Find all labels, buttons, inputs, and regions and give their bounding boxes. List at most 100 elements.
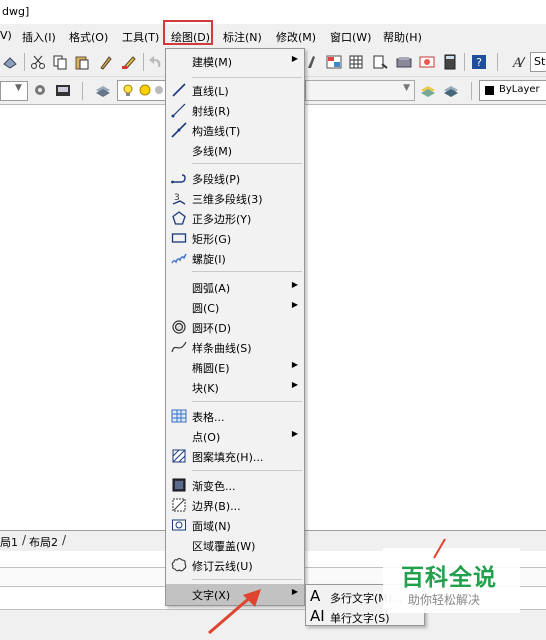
line-icon: [172, 83, 186, 97]
menu-item-boundary[interactable]: 边界(B)...: [166, 495, 304, 515]
menu-format[interactable]: 格式(O): [69, 29, 108, 45]
annotation-arrow-icon: [208, 589, 261, 635]
ray-icon: [171, 103, 186, 118]
menu-item-helix[interactable]: 螺旋(I): [166, 248, 304, 268]
color-value: ByLayer: [499, 84, 540, 95]
make-current-layer-icon[interactable]: [420, 82, 436, 98]
block-editor-icon[interactable]: [121, 54, 137, 70]
text-style-value: St: [534, 55, 546, 68]
layer-select[interactable]: [117, 80, 167, 101]
gradient-icon: [172, 478, 186, 492]
menu-item-table[interactable]: 表格...: [166, 406, 304, 426]
paste-icon[interactable]: [74, 54, 90, 70]
boundary-icon: [172, 498, 186, 512]
menu-bar: V) 插入(I) 格式(O) 工具(T) 绘图(D) 标注(N) 修改(M) 窗…: [0, 20, 546, 49]
pan-icon[interactable]: [304, 54, 320, 70]
menu-tools[interactable]: 工具(T): [122, 29, 159, 45]
text-style-select[interactable]: St: [530, 52, 546, 72]
menu-insert[interactable]: 插入(I): [22, 29, 56, 45]
region-icon: [172, 519, 186, 531]
cut-icon[interactable]: [30, 54, 46, 70]
status-bar: [0, 609, 546, 640]
menu-view[interactable]: V): [0, 29, 12, 42]
svg-text:A: A: [512, 56, 522, 70]
menu-item-gradient[interactable]: 渐变色...: [166, 475, 304, 495]
menu-item-polyline[interactable]: 多段线(P): [166, 168, 304, 188]
menu-item-block[interactable]: 块(K) ▶: [166, 377, 304, 397]
donut-icon: [172, 320, 186, 334]
menu-item-3d-polyline[interactable]: 3 三维多段线(3): [166, 188, 304, 208]
match-properties-icon[interactable]: [98, 54, 114, 70]
tab-layout1[interactable]: 局1: [0, 534, 18, 550]
color-swatch: [485, 86, 494, 95]
single-line-text-icon: AI: [310, 607, 325, 625]
menu-item-arc[interactable]: 圆弧(A) ▶: [166, 277, 304, 297]
submenu-arrow-icon: ▶: [291, 280, 298, 289]
chevron-down-icon: ▼: [15, 83, 22, 93]
menu-item-line[interactable]: 直线(L): [166, 80, 304, 100]
layer-previous-icon[interactable]: [443, 82, 459, 98]
markup-icon[interactable]: [419, 54, 435, 70]
color-select[interactable]: ByLayer: [479, 80, 546, 101]
layer-properties-icon[interactable]: [95, 82, 111, 98]
spline-icon: [171, 341, 187, 353]
watermark: 百科全说 助你轻松解决: [383, 548, 520, 613]
draw-menu: 建模(M) ▶ 直线(L) 射线(R) 构造线(T) 多线(M) 多段线(P) …: [165, 48, 305, 606]
workspace-select[interactable]: ▼: [0, 81, 28, 101]
copy-icon[interactable]: [52, 54, 68, 70]
settings-icon[interactable]: [32, 82, 48, 98]
design-center-icon[interactable]: [348, 54, 364, 70]
watermark-subtitle: 助你轻松解决: [408, 593, 481, 607]
menu-help[interactable]: 帮助(H): [383, 29, 422, 45]
menu-modify[interactable]: 修改(M): [276, 29, 316, 45]
menu-item-circle[interactable]: 圆(C) ▶: [166, 297, 304, 317]
menu-item-wipeout[interactable]: 区域覆盖(W): [166, 535, 304, 555]
polyline-icon: [171, 174, 186, 184]
menu-item-revcloud[interactable]: 修订云线(U): [166, 555, 304, 575]
menu-item-modeling[interactable]: 建模(M) ▶: [166, 51, 304, 71]
watermark-title: 百科全说: [401, 565, 497, 591]
menu-item-ray[interactable]: 射线(R): [166, 100, 304, 120]
menu-item-rectangle[interactable]: 矩形(G): [166, 228, 304, 248]
menu-item-donut[interactable]: 圆环(D): [166, 317, 304, 337]
submenu-arrow-icon: ▶: [291, 587, 298, 596]
calculator-icon[interactable]: [442, 54, 458, 70]
sheet-set-icon[interactable]: [396, 54, 412, 70]
polygon-icon: [172, 211, 186, 225]
tab-layout2[interactable]: 布局2: [29, 534, 58, 550]
submenu-arrow-icon: ▶: [291, 300, 298, 309]
menu-item-region[interactable]: 面域(N): [166, 515, 304, 535]
menu-item-polygon[interactable]: 正多边形(Y): [166, 208, 304, 228]
menu-item-multiline[interactable]: 多线(M): [166, 140, 304, 160]
menu-item-hatch[interactable]: 图案填充(H)...: [166, 446, 304, 466]
help-icon[interactable]: ?: [471, 54, 487, 70]
tool-palettes-icon[interactable]: [372, 54, 388, 70]
construction-line-icon: [171, 122, 187, 138]
workspace-save-icon[interactable]: [55, 82, 71, 98]
rectangle-icon: [171, 233, 187, 243]
3d-polyline-icon: 3: [172, 193, 186, 205]
draw-menu-highlight-box: [163, 20, 213, 45]
menu-item-construction-line[interactable]: 构造线(T): [166, 120, 304, 140]
submenu-arrow-icon: ▶: [291, 429, 298, 438]
submenu-arrow-icon: ▶: [291, 54, 298, 63]
publish-icon[interactable]: [2, 54, 18, 70]
mtext-icon: A: [310, 587, 321, 605]
text-style-icon[interactable]: A: [510, 54, 526, 70]
tab-divider: /: [22, 533, 27, 547]
window-title-bar: dwg]: [0, 0, 546, 24]
menu-window[interactable]: 窗口(W): [330, 29, 371, 45]
menu-dimension[interactable]: 标注(N): [223, 29, 262, 45]
undo-icon[interactable]: [148, 54, 164, 70]
menu-item-ellipse[interactable]: 椭圆(E) ▶: [166, 357, 304, 377]
layer-dropdown-field[interactable]: ▼: [305, 80, 415, 101]
tab-divider: /: [62, 533, 67, 547]
menu-item-point[interactable]: 点(O) ▶: [166, 426, 304, 446]
lock-icon: [155, 86, 163, 94]
menu-item-spline[interactable]: 样条曲线(S): [166, 337, 304, 357]
revcloud-icon: [171, 557, 187, 572]
submenu-arrow-icon: ▶: [291, 380, 298, 389]
submenu-arrow-icon: ▶: [291, 360, 298, 369]
properties-icon[interactable]: [326, 54, 342, 70]
hatch-icon: [172, 449, 186, 463]
